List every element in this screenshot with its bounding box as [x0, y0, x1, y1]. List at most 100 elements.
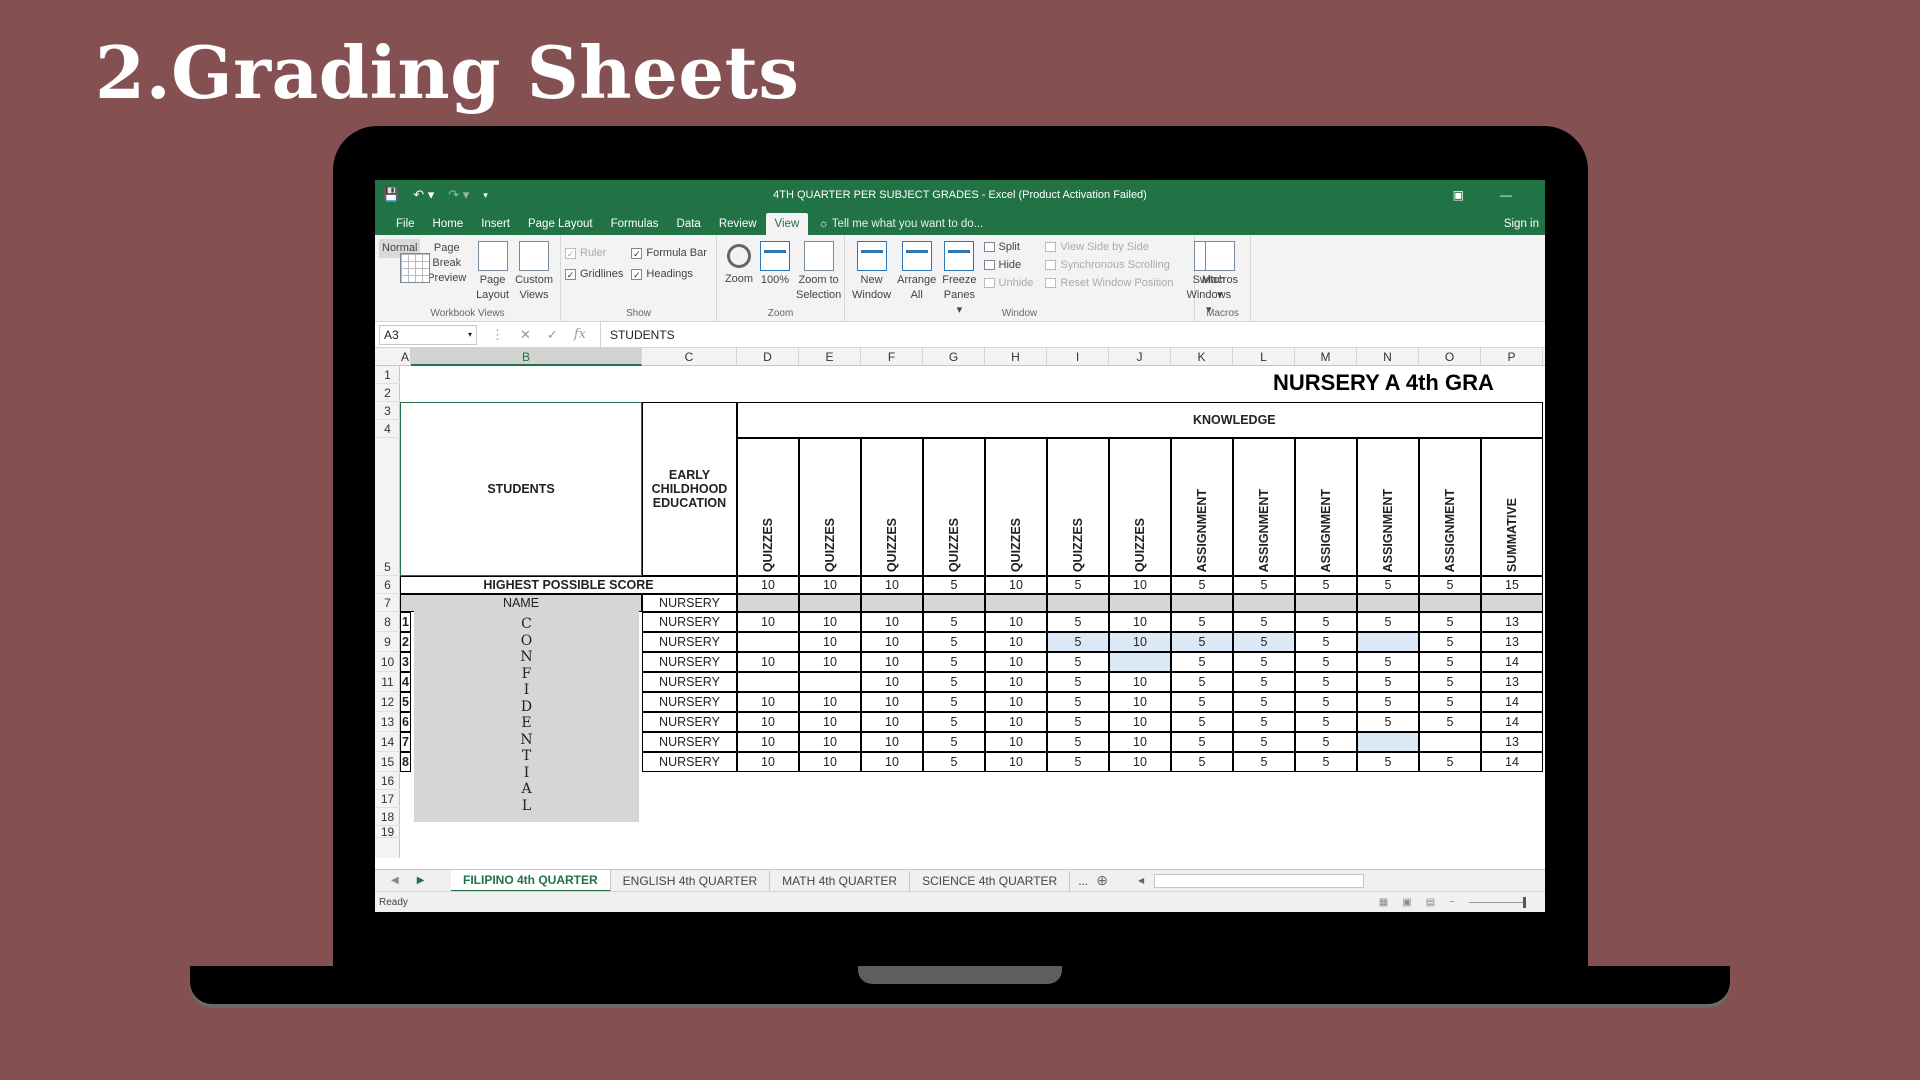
scroll-left-icon[interactable]: ◀	[1138, 876, 1144, 885]
page-break-preview-button[interactable]: Page Break Preview	[400, 239, 473, 288]
student-number[interactable]: 1	[400, 612, 411, 632]
category-header[interactable]: QUIZZES	[1109, 438, 1171, 576]
tab-data[interactable]: Data	[668, 213, 710, 235]
score-cell[interactable]: 10	[737, 712, 799, 732]
score-cell[interactable]: 10	[737, 732, 799, 752]
score-cell[interactable]: 5	[1419, 652, 1481, 672]
score-cell[interactable]: 14	[1481, 752, 1543, 772]
score-cell[interactable]	[1109, 652, 1171, 672]
zoom-100-button[interactable]: 100%	[757, 239, 793, 290]
score-cell[interactable]: 10	[985, 652, 1047, 672]
score-cell[interactable]: 5	[923, 712, 985, 732]
highest-score-cell[interactable]: 10	[985, 576, 1047, 594]
score-cell[interactable]: 5	[1233, 612, 1295, 632]
headings-checkbox[interactable]: ✓ Headings	[631, 268, 707, 280]
column-header-E[interactable]: E	[799, 348, 861, 366]
score-cell[interactable]: 10	[737, 752, 799, 772]
score-cell[interactable]: 5	[923, 692, 985, 712]
score-cell[interactable]: 13	[1481, 732, 1543, 752]
row7-gray-cell[interactable]	[737, 594, 799, 612]
column-header-O[interactable]: O	[1419, 348, 1481, 366]
row-header-3[interactable]: 3	[375, 402, 400, 420]
zoom-button[interactable]: Zoom	[721, 239, 757, 289]
category-header[interactable]: ASSIGNMENT	[1419, 438, 1481, 576]
gridlines-checkbox[interactable]: ✓ Gridlines	[565, 268, 623, 280]
row-header-5[interactable]: 5	[375, 438, 400, 576]
score-cell[interactable]: 5	[1171, 732, 1233, 752]
score-cell[interactable]: 10	[861, 652, 923, 672]
score-cell[interactable]: 10	[1109, 672, 1171, 692]
highest-score-cell[interactable]: 10	[737, 576, 799, 594]
score-cell[interactable]: 10	[861, 692, 923, 712]
row-header-17[interactable]: 17	[375, 790, 400, 808]
column-header-D[interactable]: D	[737, 348, 799, 366]
sheet-tab-math[interactable]: MATH 4th QUARTER	[770, 870, 911, 891]
score-cell[interactable]: 10	[985, 732, 1047, 752]
student-number[interactable]: 4	[400, 672, 411, 692]
custom-views-button[interactable]: Custom Views	[512, 239, 556, 305]
column-header-N[interactable]: N	[1357, 348, 1419, 366]
split-button[interactable]: Split	[983, 241, 1034, 253]
score-cell[interactable]: 5	[1171, 632, 1233, 652]
highest-score-cell[interactable]: 5	[1047, 576, 1109, 594]
category-header[interactable]: ASSIGNMENT	[1357, 438, 1419, 576]
highest-score-cell[interactable]: 15	[1481, 576, 1543, 594]
student-number[interactable]: 2	[400, 632, 411, 652]
row-header-15[interactable]: 15	[375, 752, 400, 772]
category-header[interactable]: QUIZZES	[1047, 438, 1109, 576]
score-cell[interactable]: 10	[1109, 732, 1171, 752]
student-number[interactable]: 5	[400, 692, 411, 712]
score-cell[interactable]	[1357, 732, 1419, 752]
score-cell[interactable]: 5	[1171, 712, 1233, 732]
column-header-K[interactable]: K	[1171, 348, 1233, 366]
cancel-icon[interactable]: ✕	[520, 327, 531, 343]
column-header-P[interactable]: P	[1481, 348, 1543, 366]
score-cell[interactable]	[737, 672, 799, 692]
score-cell[interactable]: 10	[985, 692, 1047, 712]
highest-score-cell[interactable]: 5	[1233, 576, 1295, 594]
save-icon[interactable]: 💾	[383, 187, 399, 203]
score-cell[interactable]	[1357, 632, 1419, 652]
tab-home[interactable]: Home	[424, 213, 473, 235]
score-cell[interactable]: 5	[1295, 752, 1357, 772]
early-childhood-header[interactable]: EARLY CHILDHOOD EDUCATION	[642, 402, 737, 576]
row-header-9[interactable]: 9	[375, 632, 400, 652]
tell-me-search[interactable]: ☼ Tell me what you want to do...	[808, 213, 993, 235]
column-header-L[interactable]: L	[1233, 348, 1295, 366]
row7-gray-cell[interactable]	[1357, 594, 1419, 612]
score-cell[interactable]: 5	[1295, 672, 1357, 692]
unhide-button[interactable]: Unhide	[983, 277, 1033, 289]
score-cell[interactable]: 5	[1047, 752, 1109, 772]
row-header-14[interactable]: 14	[375, 732, 400, 752]
score-cell[interactable]: 10	[1109, 752, 1171, 772]
score-cell[interactable]: 5	[1233, 712, 1295, 732]
column-header-I[interactable]: I	[1047, 348, 1109, 366]
row7-gray-cell[interactable]	[1295, 594, 1357, 612]
zoom-out-icon[interactable]: −	[1449, 897, 1455, 908]
row-header-7[interactable]: 7	[375, 594, 400, 612]
score-cell[interactable]: 5	[1419, 672, 1481, 692]
score-cell[interactable]: 5	[923, 752, 985, 772]
horizontal-scrollbar[interactable]	[1154, 873, 1365, 888]
highest-score-cell[interactable]: 5	[1171, 576, 1233, 594]
highest-possible-score-label[interactable]: HIGHEST POSSIBLE SCORE	[400, 576, 737, 594]
score-cell[interactable]: 10	[799, 632, 861, 652]
knowledge-header[interactable]: KNOWLEDGE	[737, 402, 1543, 438]
score-cell[interactable]: 10	[1109, 612, 1171, 632]
score-cell[interactable]: 10	[861, 712, 923, 732]
score-cell[interactable]: 14	[1481, 652, 1543, 672]
score-cell[interactable]: 10	[1109, 632, 1171, 652]
highest-score-cell[interactable]: 5	[1419, 576, 1481, 594]
tab-file[interactable]: File	[387, 213, 424, 235]
scroll-tabs-left-icon[interactable]: ◀	[391, 875, 399, 886]
tab-view[interactable]: View	[765, 213, 809, 235]
highest-score-cell[interactable]: 5	[1357, 576, 1419, 594]
sign-in-link[interactable]: Sign in	[1498, 213, 1545, 235]
score-cell[interactable]: 5	[1171, 692, 1233, 712]
highest-score-cell[interactable]: 10	[799, 576, 861, 594]
student-section[interactable]: NURSERY	[642, 732, 737, 752]
score-cell[interactable]: 14	[1481, 712, 1543, 732]
row-header-8[interactable]: 8	[375, 612, 400, 632]
score-cell[interactable]: 10	[861, 752, 923, 772]
score-cell[interactable]: 5	[1047, 632, 1109, 652]
